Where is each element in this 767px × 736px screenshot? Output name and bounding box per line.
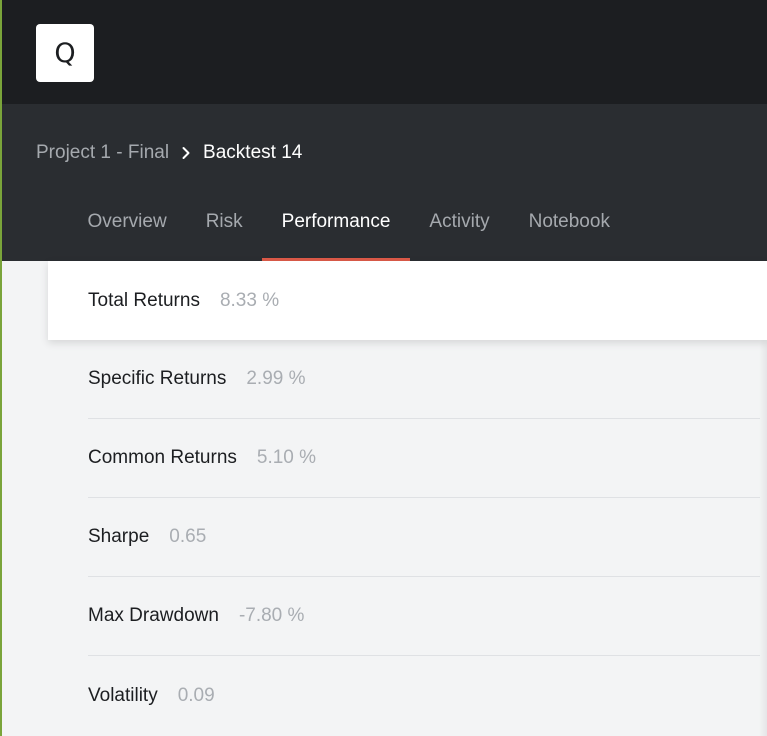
metrics-list: Total Returns 8.33 % Specific Returns 2.… xyxy=(0,261,767,736)
metric-label: Volatility xyxy=(88,684,158,706)
metric-label: Sharpe xyxy=(88,526,150,547)
top-bar: Q xyxy=(0,0,767,104)
breadcrumb: Project 1 - Final Backtest 14 xyxy=(36,141,302,165)
metric-value: -7.80 % xyxy=(238,605,305,626)
tab-risk[interactable]: Risk xyxy=(186,193,262,261)
metric-row-sharpe[interactable]: Sharpe 0.65 xyxy=(88,498,760,577)
metric-label: Max Drawdown xyxy=(88,605,219,626)
metric-row-total-returns[interactable]: Total Returns 8.33 % xyxy=(48,261,767,340)
tab-performance[interactable]: Performance xyxy=(262,193,410,261)
metric-row-specific-returns[interactable]: Specific Returns 2.99 % xyxy=(88,340,760,419)
metric-row-volatility[interactable]: Volatility 0.09 xyxy=(88,656,760,735)
app-logo[interactable]: Q xyxy=(36,24,94,82)
metric-value: 5.10 % xyxy=(256,447,317,468)
chevron-right-icon xyxy=(169,146,203,160)
metric-value: 0.65 xyxy=(169,526,207,547)
metric-value: 2.99 % xyxy=(246,368,306,389)
tab-activity[interactable]: Activity xyxy=(410,193,509,261)
logo-letter: Q xyxy=(54,37,76,69)
metric-label: Common Returns xyxy=(88,447,237,468)
tab-overview[interactable]: Overview xyxy=(68,193,186,261)
tab-notebook[interactable]: Notebook xyxy=(509,193,629,261)
metric-row-common-returns[interactable]: Common Returns 5.10 % xyxy=(88,419,760,498)
breadcrumb-current: Backtest 14 xyxy=(203,142,303,163)
left-accent-bar xyxy=(0,0,2,736)
metric-label: Specific Returns xyxy=(88,368,227,389)
metric-value: 8.33 % xyxy=(219,289,280,311)
breadcrumb-project-link[interactable]: Project 1 - Final xyxy=(36,142,169,164)
metric-label: Total Returns xyxy=(88,289,200,311)
metric-value: 0.09 xyxy=(177,684,215,706)
tab-bar: Overview Risk Performance Activity Noteb… xyxy=(68,193,629,261)
scroll-edge-shadow xyxy=(759,340,767,736)
metric-row-max-drawdown[interactable]: Max Drawdown -7.80 % xyxy=(88,577,760,656)
